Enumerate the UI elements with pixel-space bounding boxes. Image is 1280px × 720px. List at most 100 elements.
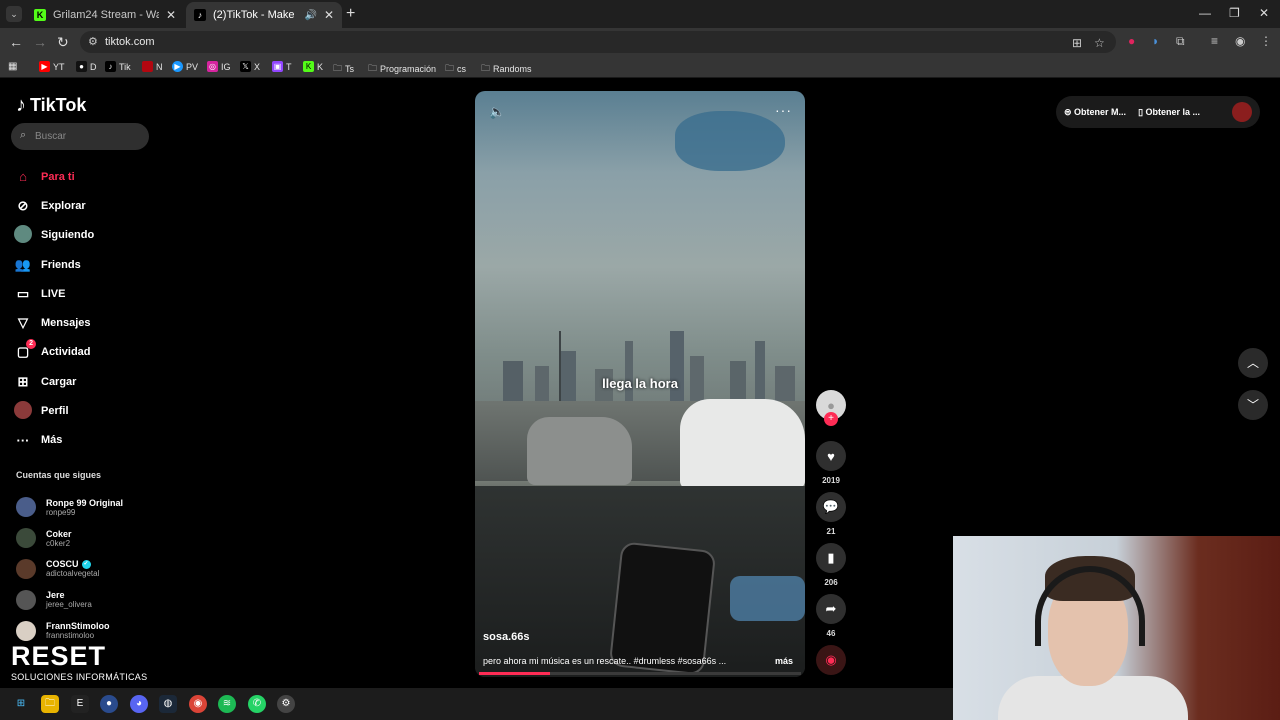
nav-item-para-ti[interactable]: ⌂ Para ti xyxy=(14,162,94,191)
close-tab-icon[interactable]: ✕ xyxy=(166,8,176,22)
tiktok-favicon-icon: ♪ xyxy=(194,9,206,21)
video-author[interactable]: sosa.66s xyxy=(483,631,529,643)
save-button[interactable]: ▮ 206 xyxy=(815,543,847,587)
user-avatar[interactable] xyxy=(1232,102,1252,122)
media-controls-icon[interactable]: ≡ xyxy=(1211,34,1218,48)
avatar xyxy=(16,497,36,518)
windows-start-icon[interactable]: ⊞ xyxy=(12,695,30,713)
tab-title: Grilam24 Stream - Watch Live o xyxy=(53,9,159,21)
nav-item-explorar[interactable]: ⊘ Explorar xyxy=(14,191,94,220)
search-input[interactable] xyxy=(35,128,143,145)
forward-icon[interactable]: → xyxy=(33,34,47,50)
app-icon[interactable]: ● xyxy=(100,695,118,713)
translate-icon[interactable]: ⊞ xyxy=(1072,36,1082,50)
chrome-icon[interactable]: ◉ xyxy=(189,695,207,713)
car-grey xyxy=(527,417,632,485)
app-icon[interactable]: ⚙ xyxy=(277,695,295,713)
bookmark-t[interactable]: ▣ T xyxy=(272,61,292,72)
get-coins-button[interactable]: ⊜ Obtener M... xyxy=(1064,107,1126,118)
apps-grid-icon[interactable]: ▦ xyxy=(8,61,17,72)
share-button[interactable]: ➦ 46 xyxy=(815,594,847,638)
back-icon[interactable]: ← xyxy=(9,34,23,50)
following-account[interactable]: Jere jeree_olivera xyxy=(16,584,123,615)
bookmark-folder-cs[interactable]: 🗀 cs xyxy=(445,61,466,77)
bookmark-star-icon[interactable]: ☆ xyxy=(1094,36,1105,50)
close-tab-icon[interactable]: ✕ xyxy=(324,8,334,22)
previous-video-button[interactable]: ︿ xyxy=(1238,348,1268,378)
search-bar[interactable]: ⌕ xyxy=(11,123,149,150)
profile-icon xyxy=(14,400,32,422)
discord-icon[interactable]: ◕ xyxy=(130,695,148,713)
creator-avatar-button[interactable]: ● + xyxy=(815,390,847,434)
nav-item-siguiendo[interactable]: Siguiendo xyxy=(14,221,94,250)
like-count: 2019 xyxy=(822,476,840,485)
following-section-title: Cuentas que sigues xyxy=(16,470,102,480)
watermark-brand: RESET xyxy=(11,641,107,671)
address-bar[interactable]: ⚙ tiktok.com ⊞ ☆ xyxy=(80,31,1116,53)
new-tab-button[interactable]: + xyxy=(346,5,355,23)
epic-games-icon[interactable]: E xyxy=(71,695,89,713)
like-button[interactable]: ♥ 2019 xyxy=(815,441,847,485)
bookmark-pv[interactable]: ▶ PV xyxy=(172,61,198,72)
restore-icon[interactable]: ❐ xyxy=(1229,6,1240,20)
description-more-link[interactable]: más xyxy=(775,656,793,666)
whatsapp-icon[interactable]: ✆ xyxy=(248,695,266,713)
verified-icon: ✓ xyxy=(81,559,91,569)
video-progress-bar[interactable] xyxy=(479,672,801,675)
follow-plus-icon[interactable]: + xyxy=(824,412,838,426)
site-info-icon[interactable]: ⚙ xyxy=(88,35,98,48)
browser-tab-tiktok[interactable]: ♪ (2)TikTok - Make Your Day 🔊 ✕ xyxy=(186,2,342,28)
comment-button[interactable]: 💬 21 xyxy=(815,492,847,536)
steam-icon[interactable]: ◍ xyxy=(159,695,177,713)
avatar xyxy=(16,589,36,610)
following-account[interactable]: COSCU ✓ adictoalvegetal xyxy=(16,554,123,585)
browser-toolbar: ← → ↻ ⚙ tiktok.com ⊞ ☆ ● ◗ ⧉ ≡ ◉ ⋮ xyxy=(0,28,1280,56)
bookmark-folder-programacion[interactable]: 🗀 Programación xyxy=(368,61,436,77)
nav-item-perfil[interactable]: Perfil xyxy=(14,396,94,425)
nav-item-live[interactable]: ▭ LIVE xyxy=(14,279,94,308)
extensions-puzzle-icon[interactable]: ⧉ xyxy=(1176,34,1185,49)
next-video-button[interactable]: ﹀ xyxy=(1238,390,1268,420)
minimize-icon[interactable]: — xyxy=(1199,6,1211,20)
sidebar-nav: ⌂ Para ti ⊘ Explorar Siguiendo 👥 Friends… xyxy=(14,162,94,455)
extension-icon[interactable]: ● xyxy=(1128,34,1135,48)
get-app-button[interactable]: ▯ Obtener la ... xyxy=(1138,107,1200,118)
nav-item-actividad[interactable]: ▢ 2 Actividad xyxy=(14,338,94,367)
bookmark-yt[interactable]: ▶ YT xyxy=(39,61,65,72)
bookmark-n[interactable]: N xyxy=(142,61,163,72)
reload-icon[interactable]: ↻ xyxy=(57,34,69,51)
profile-avatar-icon[interactable]: ◉ xyxy=(1235,34,1245,48)
nav-item-friends[interactable]: 👥 Friends xyxy=(14,250,94,279)
bookmark-folder-ts[interactable]: 🗀 Ts xyxy=(333,61,354,77)
close-window-icon[interactable]: ✕ xyxy=(1259,6,1269,20)
volume-icon[interactable]: 🔈 xyxy=(489,104,505,120)
tab-audio-icon[interactable]: 🔊 xyxy=(304,10,316,21)
nav-item-cargar[interactable]: ⊞ Cargar xyxy=(14,367,94,396)
reset-watermark: RESET SOLUCIONES INFORMÁTICAS xyxy=(11,641,147,682)
browser-menu-icon[interactable]: ⋮ xyxy=(1260,34,1272,48)
bookmark-k[interactable]: KK xyxy=(303,61,323,72)
tab-search-button[interactable]: ⌄ xyxy=(6,6,22,22)
tiktok-logo[interactable]: ♪ TikTok xyxy=(16,94,86,117)
following-account[interactable]: Ronpe 99 Original ronpe99 xyxy=(16,492,123,523)
tab-title: (2)TikTok - Make Your Day xyxy=(213,9,297,21)
video-player[interactable]: 🔈 ··· llega la hora sosa.66s pero ahora … xyxy=(475,91,805,677)
browser-tab-kick[interactable]: K Grilam24 Stream - Watch Live o ✕ xyxy=(26,2,184,28)
nav-item-mensajes[interactable]: ▽ Mensajes xyxy=(14,308,94,337)
browser-tab-bar: ⌄ K Grilam24 Stream - Watch Live o ✕ ♪ (… xyxy=(0,0,1280,28)
following-account[interactable]: Coker c0ker2 xyxy=(16,523,123,554)
bookmark-d[interactable]: ● D xyxy=(76,61,97,72)
bookmark-x[interactable]: 𝕏X xyxy=(240,61,260,72)
bookmark-tik[interactable]: ♪ Tik xyxy=(105,61,131,72)
bookmark-folder-randoms[interactable]: 🗀 Randoms xyxy=(481,61,532,77)
avatar xyxy=(16,528,36,549)
file-explorer-icon[interactable]: 🗀 xyxy=(41,695,59,713)
spotify-icon[interactable]: ≋ xyxy=(218,695,236,713)
bookmark-ig[interactable]: ◎ IG xyxy=(207,61,231,72)
extension-icon[interactable]: ◗ xyxy=(1152,34,1159,48)
tiktok-note-icon: ♪ xyxy=(16,94,26,116)
music-disc-button[interactable]: ◉ xyxy=(815,645,847,675)
url-text[interactable]: tiktok.com xyxy=(105,36,155,48)
video-more-icon[interactable]: ··· xyxy=(775,102,792,118)
nav-item-mas[interactable]: ··· Más xyxy=(14,426,94,455)
